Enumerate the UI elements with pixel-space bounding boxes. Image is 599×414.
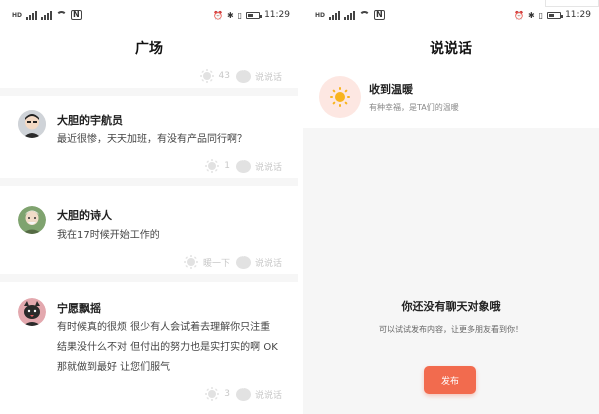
warm-button[interactable]: 3 [204,386,230,402]
plaza-screen: HD N ⏰ ✱ ▯ 11:29 广场 43 ··· 说说话 大胆的宇航员 最近… [0,0,298,414]
signal-icon [344,10,356,20]
post-actions: 3 说说话 [204,384,282,402]
bluetooth-icon: ✱ [226,10,234,20]
corner-overlay [545,0,599,7]
warm-button[interactable]: 暖一下 [183,254,230,270]
alarm-icon: ⏰ [513,10,524,20]
sun-icon [183,254,199,270]
feed-post[interactable]: 43 说说话 [0,66,298,88]
avatar[interactable] [18,110,46,138]
screenshot-stage: HD N ⏰ ✱ ▯ 11:29 广场 43 ··· 说说话 大胆的宇航员 最近… [0,0,599,414]
post-text: 最近很惨，天天加班，有没有产品同行啊？ [57,134,247,145]
chat-bubble-icon [235,66,251,83]
post-text: 有时候真的很烦 很少有人会试着去理解你只注重结果没什么不对 但付出的努力也是实打… [57,322,278,373]
warmth-badge [319,76,361,118]
comment-button[interactable]: 说说话 [235,252,282,269]
comment-label: 说说话 [254,162,282,173]
status-bar-right: ⏰ ✱ ▯ 11:29 [213,10,290,20]
post-actions: 1 说说话 [204,156,282,174]
warmth-subtitle: 有种幸福，是TA们的温暖 [369,103,459,112]
warm-count: 暖一下 [202,258,230,269]
sun-icon [204,386,220,402]
chat-bubble-icon [235,252,251,269]
signal-icon [329,10,341,20]
warm-count: 43 [218,71,230,81]
empty-state-title: 你还没有聊天对象哦 [401,300,501,313]
sun-icon [199,68,215,84]
post-avatar-wrap[interactable] [18,298,46,326]
hd-label: HD [315,11,326,19]
warm-count: 1 [224,161,230,171]
warm-count: 3 [224,389,230,399]
wifi-icon [359,11,371,19]
post-actions: 43 说说话 [199,66,282,84]
post-avatar-wrap[interactable] [18,110,46,138]
chat-bubble-icon [235,156,251,173]
chat-bubble-icon [235,384,251,401]
signal-icon [41,10,53,20]
status-bar-right: ⏰ ✱ ▯ 11:29 [514,10,591,20]
chat-screen: HD N ⏰ ✱ ▯ 11:29 说说话 收到温暖 有种幸福，是TA们的温暖 你… [303,0,599,414]
signal-icon [26,10,38,20]
comment-button[interactable]: 说说话 [235,66,282,83]
feed-post[interactable]: 大胆的诗人 我在17时候开始工作的 暖一下 说说话 [0,186,298,274]
status-time: 11:29 [264,10,290,20]
warm-button[interactable]: 43 [199,68,230,84]
page-title: 广场 [0,30,298,66]
status-time: 11:29 [565,10,591,20]
comment-label: 说说话 [254,258,282,269]
vibrate-icon: ▯ [237,10,243,20]
nfc-icon: N [374,10,385,20]
post-actions: 暖一下 说说话 [183,252,282,270]
status-bar: HD N ⏰ ✱ ▯ 11:29 [0,0,298,30]
post-avatar-wrap[interactable] [18,206,46,234]
warmth-title: 收到温暖 [369,83,413,96]
avatar[interactable] [18,206,46,234]
sun-icon [330,87,350,107]
post-username[interactable]: 宁愿飘摇 [57,300,101,316]
battery-icon [547,11,564,19]
feed-list[interactable]: 43 说说话 [0,66,298,414]
comment-button[interactable]: 说说话 [235,156,282,173]
received-warmth-card[interactable]: 收到温暖 有种幸福，是TA们的温暖 [303,66,599,128]
post-username[interactable]: 大胆的宇航员 [57,112,123,128]
alarm-icon: ⏰ [212,10,223,20]
status-bar-left: HD N [315,10,385,20]
hd-label: HD [12,11,23,19]
post-text: 我在17时候开始工作的 [57,230,160,241]
empty-state-subtitle: 可以试试发布内容，让更多朋友看到你！ [379,325,523,334]
feed-post[interactable]: 宁愿飘摇 有时候真的很烦 很少有人会试着去理解你只注重结果没什么不对 但付出的努… [0,282,298,414]
vibrate-icon: ▯ [538,10,544,20]
status-bar-left: HD N [12,10,82,20]
page-title: 说说话 [303,30,599,66]
post-username[interactable]: 大胆的诗人 [57,207,112,223]
bluetooth-icon: ✱ [527,10,535,20]
comment-label: 说说话 [254,72,282,83]
comment-button[interactable]: 说说话 [235,384,282,401]
battery-icon [246,11,263,19]
publish-button[interactable]: 发布 [424,366,476,394]
avatar[interactable] [18,298,46,326]
wifi-icon [56,11,68,19]
feed-post[interactable]: 大胆的宇航员 最近很惨，天天加班，有没有产品同行啊？ 1 说说话 [0,96,298,178]
warm-button[interactable]: 1 [204,158,230,174]
sun-icon [204,158,220,174]
comment-label: 说说话 [254,390,282,401]
nfc-icon: N [71,10,82,20]
